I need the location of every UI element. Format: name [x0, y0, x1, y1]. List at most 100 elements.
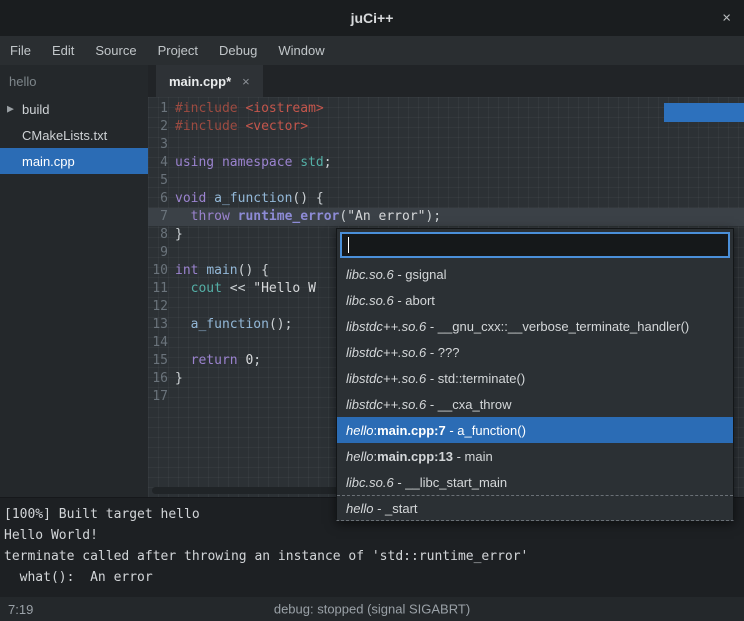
console-line: what(): An error — [4, 567, 740, 588]
code-line: 6void a_function() { — [148, 190, 744, 208]
module-name: libstdc++.so.6 — [346, 319, 426, 334]
code-line: 3 — [148, 136, 744, 154]
cursor-position: 7:19 — [8, 602, 33, 617]
code-text — [168, 172, 175, 190]
menu-item-project[interactable]: Project — [158, 43, 198, 58]
module-name: libc.so.6 — [346, 475, 394, 490]
module-name: libstdc++.so.6 — [346, 371, 426, 386]
symbol-name: - ??? — [426, 345, 459, 360]
line-number: 8 — [148, 226, 168, 244]
symbol-name: - __cxa_throw — [426, 397, 511, 412]
line-number: 17 — [148, 388, 168, 406]
code-text: throw runtime_error("An error"); — [168, 208, 441, 226]
line-number: 16 — [148, 370, 168, 388]
backtrace-item[interactable]: libstdc++.so.6 - std::terminate() — [337, 365, 733, 391]
backtrace-item[interactable]: libstdc++.so.6 - __gnu_cxx::__verbose_te… — [337, 313, 733, 339]
line-number: 4 — [148, 154, 168, 172]
code-text: } — [168, 226, 183, 244]
code-line: 7 throw runtime_error("An error"); — [148, 208, 744, 226]
symbol-name: - gsignal — [394, 267, 447, 282]
module-name: libstdc++.so.6 — [346, 345, 426, 360]
tab-bar: main.cpp* × — [148, 65, 744, 97]
line-number: 3 — [148, 136, 168, 154]
close-icon[interactable]: × — [722, 11, 731, 26]
sidebar-item-main-cpp[interactable]: main.cpp — [0, 148, 148, 174]
backtrace-item[interactable]: libc.so.6 - abort — [337, 287, 733, 313]
backtrace-item[interactable]: hello:main.cpp:13 - main — [337, 443, 733, 469]
line-number: 13 — [148, 316, 168, 334]
backtrace-item[interactable]: libstdc++.so.6 - __cxa_throw — [337, 391, 733, 417]
code-text: int main() { — [168, 262, 269, 280]
symbol-name: - main — [453, 449, 493, 464]
line-number: 10 — [148, 262, 168, 280]
expander-icon[interactable]: ▶ — [7, 104, 14, 115]
line-number: 6 — [148, 190, 168, 208]
backtrace-item[interactable]: libc.so.6 - gsignal — [337, 261, 733, 287]
code-line: 5 — [148, 172, 744, 190]
code-text: a_function(); — [168, 316, 292, 334]
line-number: 5 — [148, 172, 168, 190]
line-number: 2 — [148, 118, 168, 136]
code-text: #include <vector> — [168, 118, 308, 136]
app-window: juCi++ × File Edit Source Project Debug Windo… — [0, 0, 744, 621]
code-text — [168, 298, 175, 316]
module-name: hello — [346, 501, 373, 516]
menu-item-window[interactable]: Window — [278, 43, 324, 58]
window-title: juCi++ — [351, 10, 394, 26]
symbol-name: - __libc_start_main — [394, 475, 507, 490]
menu-item-edit[interactable]: Edit — [52, 43, 74, 58]
sidebar-item-cmakelists-txt[interactable]: CMakeLists.txt — [0, 122, 148, 148]
module-name: hello — [346, 423, 373, 438]
console-line: Hello World! — [4, 525, 740, 546]
code-text: } — [168, 370, 183, 388]
line-number: 1 — [148, 100, 168, 118]
status-bar: 7:19 debug: stopped (signal SIGABRT) — [0, 597, 744, 621]
line-number: 11 — [148, 280, 168, 298]
backtrace-item[interactable]: hello:main.cpp:7 - a_function() — [337, 417, 733, 443]
horizontal-scrollbar[interactable] — [152, 487, 340, 494]
symbol-name: - std::terminate() — [426, 371, 525, 386]
file-tree: ▶ build CMakeLists.txtmain.cpp — [0, 96, 148, 174]
tab-label: main.cpp* — [169, 74, 231, 89]
symbol-name: - a_function() — [446, 423, 526, 438]
symbol-name: - __gnu_cxx::__verbose_terminate_handler… — [426, 319, 689, 334]
code-text: cout << "Hello W — [168, 280, 316, 298]
code-text — [168, 334, 175, 352]
backtrace-item[interactable]: hello - _start — [337, 495, 733, 520]
project-sidebar: hello ▶ build CMakeLists.txtmain.cpp — [0, 65, 148, 497]
code-text — [168, 388, 175, 406]
code-text — [168, 136, 175, 154]
source-location: main.cpp:7 — [377, 423, 446, 438]
symbol-name: - _start — [373, 501, 417, 516]
code-line: 1#include <iostream> — [148, 100, 744, 118]
tab-main-cpp[interactable]: main.cpp* × — [156, 65, 263, 97]
backtrace-item[interactable]: libstdc++.so.6 - ??? — [337, 339, 733, 365]
code-text: return 0; — [168, 352, 261, 370]
sidebar-item-build[interactable]: ▶ build — [0, 96, 148, 122]
title-bar[interactable]: juCi++ × — [0, 0, 744, 36]
module-name: libstdc++.so.6 — [346, 397, 426, 412]
text-cursor — [348, 237, 349, 253]
console-line: terminate called after throwing an insta… — [4, 546, 740, 567]
file-label: build — [22, 102, 49, 117]
scrollbar-thumb[interactable] — [664, 103, 744, 122]
tab-close-icon[interactable]: × — [242, 74, 250, 89]
code-line: 4using namespace std; — [148, 154, 744, 172]
module-name: libc.so.6 — [346, 267, 394, 282]
module-name: libc.so.6 — [346, 293, 394, 308]
debug-status: debug: stopped (signal SIGABRT) — [274, 602, 470, 617]
popup-search-input[interactable] — [340, 232, 730, 258]
backtrace-item[interactable]: libc.so.6 - __libc_start_main — [337, 469, 733, 495]
code-text — [168, 244, 175, 262]
symbol-name: - abort — [394, 293, 435, 308]
menu-bar: File Edit Source Project Debug Window — [0, 36, 744, 65]
menu-item-debug[interactable]: Debug — [219, 43, 257, 58]
code-text: using namespace std; — [168, 154, 332, 172]
menu-item-file[interactable]: File — [10, 43, 31, 58]
project-name: hello — [0, 65, 148, 96]
code-text: void a_function() { — [168, 190, 324, 208]
menu-item-source[interactable]: Source — [95, 43, 136, 58]
module-name: hello — [346, 449, 373, 464]
code-line: 2#include <vector> — [148, 118, 744, 136]
backtrace-list: libc.so.6 - gsignallibc.so.6 - abortlibs… — [337, 261, 733, 520]
